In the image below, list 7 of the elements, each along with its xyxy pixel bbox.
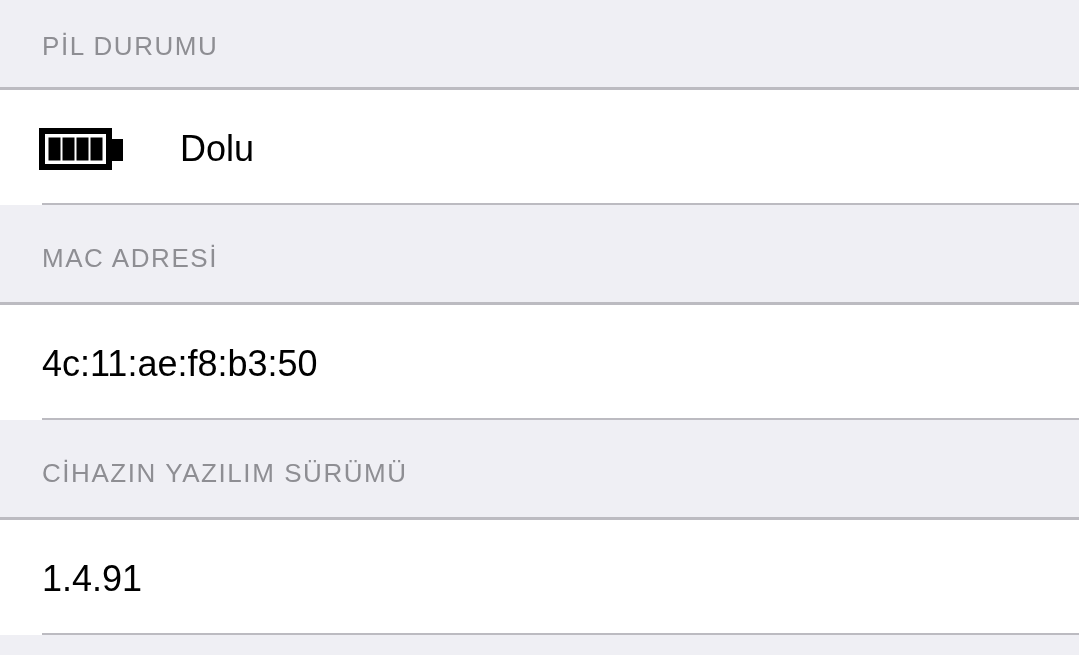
value-text: 1.4.91 <box>42 560 143 597</box>
value-text: Dolu <box>180 130 255 167</box>
battery-icon <box>39 127 123 170</box>
value-text: 4c:11:ae:f8:b3:50 <box>42 345 318 382</box>
section-header: CİHAZIN YAZILIM SÜRÜMÜ <box>42 459 408 486</box>
section-header: PİL DURUMU <box>42 32 219 59</box>
section-header: MAC ADRESİ <box>42 244 218 271</box>
